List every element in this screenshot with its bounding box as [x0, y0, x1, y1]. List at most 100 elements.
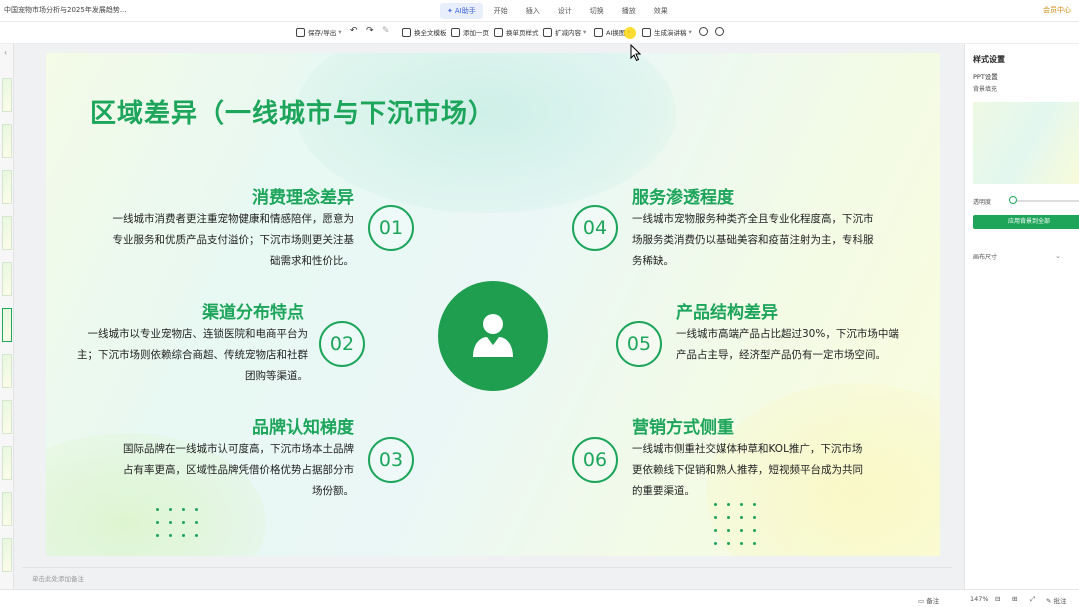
generate-speech-button[interactable]: 生成演讲稿 ▾: [642, 27, 692, 37]
status-bar: ▭ 备注 147% ⊟ ⊞ ⤢ ✎ 批注: [0, 589, 1079, 607]
apply-background-all-button[interactable]: 应用背景到全部: [973, 215, 1079, 229]
more-button[interactable]: [715, 27, 727, 36]
fit-icon: ⊟: [995, 595, 1001, 603]
number-badge-04: 04: [572, 205, 618, 251]
transparency-slider-track[interactable]: [1011, 200, 1079, 202]
canvas-size-label: 画布尺寸: [973, 254, 998, 261]
item-title-04[interactable]: 服务渗透程度: [632, 183, 734, 208]
brush-icon: ✎: [382, 26, 390, 36]
notes-toggle[interactable]: ▭ 备注: [918, 595, 939, 605]
title-bar: 中国宠物市场分析与2025年发展趋势... ✦ AI助手 开始 插入 设计 切换 …: [0, 0, 1079, 22]
template-icon: [402, 27, 411, 37]
search-icon: [699, 27, 708, 36]
slide[interactable]: 区域差异（一线城市与下沉市场） 消费理念差异 一线城市消费者更注重宠物健康和情感…: [46, 53, 940, 556]
grid-icon: ⊞: [1012, 595, 1018, 603]
menu-transition[interactable]: 切换: [583, 3, 611, 19]
fullscreen-button[interactable]: ⤢: [1030, 595, 1035, 604]
item-title-05[interactable]: 产品结构差异: [676, 298, 778, 323]
number-badge-02: 02: [319, 321, 365, 367]
menu-effect[interactable]: 效果: [647, 3, 675, 19]
change-style-label: 换单页样式: [506, 29, 539, 37]
search-button[interactable]: [699, 27, 711, 36]
ppt-settings-label: PPT设置: [973, 73, 998, 81]
item-body-05[interactable]: 一线城市高端产品占比超过30%，下沉市场中端产品占主导，经济型产品仍有一定市场空…: [676, 324, 908, 366]
thumbnail[interactable]: [2, 262, 12, 296]
notes-toggle-label: 备注: [926, 597, 940, 605]
decorative-dots: [714, 503, 756, 545]
center-circle[interactable]: [438, 281, 548, 391]
style-settings-panel: 样式设置 PPT设置 背景填充 透明度 应用背景到全部 画布尺寸 ⌄: [964, 44, 1079, 589]
item-body-03[interactable]: 国际品牌在一线城市认可度高，下沉市场本土品牌占有率更高，区域性品牌凭借价格优势占…: [116, 439, 354, 502]
thumbnail[interactable]: [2, 170, 12, 204]
ai-star-icon: ✦: [447, 7, 453, 15]
thumbnail[interactable]: [2, 124, 12, 158]
thumbnail[interactable]: [2, 78, 12, 112]
format-painter-button[interactable]: ✎: [382, 27, 393, 36]
redo-icon: ↷: [366, 26, 374, 36]
comment-icon: ✎: [1046, 597, 1054, 605]
generate-speech-label: 生成演讲稿: [654, 29, 687, 37]
zoom-level[interactable]: 147%: [970, 595, 989, 603]
toolbar: 保存/导出 ▾ ↶ ↷ ✎ 换全文模板 添加一页 换单页样式 扩减内容 ▾ AI换图…: [0, 22, 1079, 44]
menu-insert[interactable]: 插入: [519, 3, 547, 19]
slide-title[interactable]: 区域差异（一线城市与下沉市场）: [90, 93, 495, 130]
replace-template-button[interactable]: 换全文模板: [402, 27, 447, 37]
number-badge-01: 01: [368, 205, 414, 251]
background-preview[interactable]: [973, 102, 1079, 184]
chevron-down-icon[interactable]: ⌄: [1055, 252, 1061, 260]
transparency-slider-knob[interactable]: [1009, 196, 1017, 204]
undo-icon: ↶: [350, 26, 358, 36]
save-export-button[interactable]: 保存/导出 ▾: [296, 27, 341, 37]
item-title-02[interactable]: 渠道分布特点: [202, 298, 304, 323]
thumbnail[interactable]: [2, 446, 12, 480]
save-export-label: 保存/导出: [308, 29, 337, 37]
redo-button[interactable]: ↷: [366, 27, 377, 36]
item-body-02[interactable]: 一线城市以专业宠物店、连锁医院和电商平台为主；下沉市场则依赖综合商超、传统宠物店…: [74, 324, 308, 387]
chevron-down-icon: ▾: [583, 28, 587, 36]
speech-icon: [642, 27, 651, 37]
change-style-button[interactable]: 换单页样式: [494, 27, 539, 37]
menu-start[interactable]: 开始: [487, 3, 515, 19]
menu-ai-assistant[interactable]: ✦ AI助手: [440, 3, 483, 19]
item-body-01[interactable]: 一线城市消费者更注重宠物健康和情感陪伴，愿意为专业服务和优质产品支付溢价；下沉市…: [106, 209, 355, 272]
document-title: 中国宠物市场分析与2025年发展趋势...: [4, 6, 127, 14]
menu-design[interactable]: 设计: [551, 3, 579, 19]
expand-content-label: 扩减内容: [555, 29, 581, 37]
notes-area[interactable]: 单击此处添加备注: [22, 567, 952, 587]
thumbnail[interactable]: [2, 400, 12, 434]
fit-button[interactable]: ⊟: [995, 595, 1000, 603]
comments-label: 批注: [1053, 597, 1067, 605]
thumbnail[interactable]: [2, 216, 12, 250]
number-badge-05: 05: [616, 321, 662, 367]
add-page-icon: [451, 27, 460, 37]
thumbnail-selected[interactable]: [2, 308, 12, 342]
notes-placeholder: 单击此处添加备注: [32, 575, 84, 583]
add-page-label: 添加一页: [463, 29, 489, 37]
thumbnail[interactable]: [2, 538, 12, 572]
menu-ai-label: AI助手: [454, 7, 476, 15]
thumbnail[interactable]: [2, 354, 12, 388]
decorative-dots: [156, 508, 198, 537]
ai-image-label: AI换图: [606, 29, 626, 37]
number-badge-06: 06: [572, 437, 618, 483]
transparency-label: 透明度: [973, 199, 992, 206]
fullscreen-icon: ⤢: [1030, 595, 1036, 603]
item-body-04[interactable]: 一线城市宠物服务种类齐全且专业化程度高，下沉市场服务类消费仍以基础美容和疫苗注射…: [632, 209, 876, 272]
comments-toggle[interactable]: ✎ 批注: [1046, 595, 1067, 605]
expand-content-button[interactable]: 扩减内容 ▾: [543, 27, 586, 37]
grid-button[interactable]: ⊞: [1012, 595, 1017, 603]
member-center-link[interactable]: 会员中心: [1043, 5, 1071, 15]
item-title-06[interactable]: 营销方式侧重: [632, 413, 734, 438]
notes-icon: ▭: [918, 597, 927, 605]
chevron-down-icon: ▾: [338, 28, 342, 36]
undo-button[interactable]: ↶: [350, 27, 361, 36]
chevron-down-icon: ▾: [688, 28, 692, 36]
menu-play[interactable]: 播放: [615, 3, 643, 19]
cursor-arrow-icon: [630, 44, 642, 62]
thumbnail[interactable]: [2, 492, 12, 526]
item-title-01[interactable]: 消费理念差异: [252, 183, 354, 208]
item-body-06[interactable]: 一线城市侧重社交媒体种草和KOL推广，下沉市场更依赖线下促销和熟人推荐，短视频平…: [632, 439, 866, 502]
item-title-03[interactable]: 品牌认知梯度: [252, 413, 354, 438]
add-page-button[interactable]: 添加一页: [451, 27, 489, 37]
collapse-arrow-icon[interactable]: ‹: [4, 48, 7, 57]
